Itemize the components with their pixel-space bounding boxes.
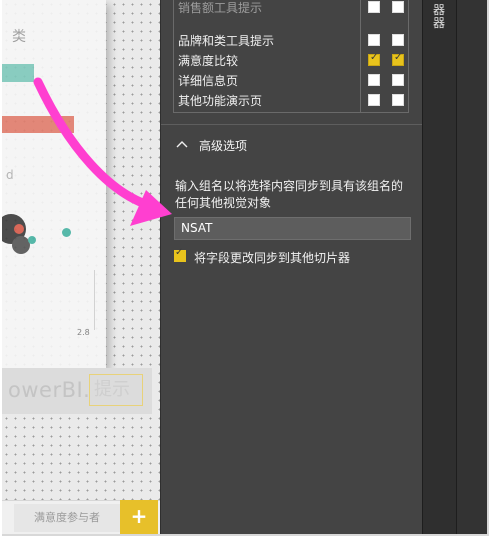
sync-checkbox[interactable]: ✓ xyxy=(368,52,380,66)
sync-slicer-matrix: 销售额工具提示 品牌和类工具提示 满意度比较 ✓ ✓ 详细信息页 其他功能演示页 xyxy=(173,0,409,113)
sync-checkbox[interactable] xyxy=(368,94,380,106)
group-name-input[interactable]: NSAT xyxy=(174,217,411,240)
chevron-up-icon xyxy=(176,141,188,148)
tip-caption: 提示 xyxy=(89,374,143,406)
pane-label: 器器 xyxy=(433,3,446,30)
sync-checkbox[interactable] xyxy=(368,1,380,13)
powerbi-caption: owerBI. xyxy=(8,378,91,402)
group-name-description: 输入组名以将选择内容同步到具有该组名的任何其他视觉对象 xyxy=(175,179,404,210)
sync-checkbox[interactable] xyxy=(368,34,380,46)
axis-tick-label: 2.8 xyxy=(77,328,90,337)
report-canvas[interactable]: 类 d 2.8 owerBI. 提示 xyxy=(2,0,160,500)
visible-checkbox[interactable] xyxy=(392,34,404,46)
sync-field-option[interactable]: ✓ 将字段更改同步到其他切片器 xyxy=(174,247,414,265)
report-visual-card[interactable]: 类 d 2.8 xyxy=(2,0,106,368)
plus-icon: + xyxy=(130,504,148,528)
bubble-teal-small xyxy=(28,236,36,244)
axis-label-fragment: d xyxy=(6,168,14,182)
axis-line xyxy=(94,270,95,330)
visible-checkbox[interactable] xyxy=(392,1,404,13)
app-frame: 类 d 2.8 owerBI. 提示 满意度参与者 + 销售额工具提示 品牌和类… xyxy=(2,0,489,536)
bar-coral xyxy=(2,116,74,133)
visible-checkbox[interactable] xyxy=(392,94,404,106)
section-divider xyxy=(161,124,423,125)
matrix-row: 品牌和类工具提示 xyxy=(174,31,410,51)
matrix-row: 销售额工具提示 xyxy=(174,0,410,18)
check-icon: ✓ xyxy=(370,52,379,63)
visible-checkbox[interactable] xyxy=(392,74,404,86)
bar-teal xyxy=(2,64,34,82)
check-icon: ✓ xyxy=(394,52,403,63)
sync-checkbox[interactable] xyxy=(368,74,380,86)
page-name: 详细信息页 xyxy=(178,74,239,88)
fields-pane-collapsed[interactable] xyxy=(456,0,487,534)
add-page-button[interactable]: + xyxy=(120,500,158,534)
sync-field-label: 将字段更改同步到其他切片器 xyxy=(194,251,351,265)
bubble-red xyxy=(14,224,24,234)
matrix-row: 详细信息页 xyxy=(174,71,410,91)
visual-title: 类 xyxy=(12,29,26,45)
matrix-row: 满意度比较 ✓ ✓ xyxy=(174,51,410,71)
page-name: 销售额工具提示 xyxy=(178,1,263,15)
check-icon: ✓ xyxy=(175,247,184,258)
advanced-options-header[interactable]: 高级选项 xyxy=(173,136,403,156)
format-pane: 销售额工具提示 品牌和类工具提示 满意度比较 ✓ ✓ 详细信息页 其他功能演示页 xyxy=(160,0,423,534)
bubble-teal xyxy=(62,228,71,237)
visible-checkbox[interactable]: ✓ xyxy=(392,52,404,66)
page-name: 品牌和类工具提示 xyxy=(178,34,275,48)
matrix-row: 其他功能演示页 xyxy=(174,91,410,111)
slicer-sync-pane-collapsed[interactable]: 器器 xyxy=(422,0,456,534)
page-tab[interactable]: 满意度参与者 xyxy=(14,504,120,532)
page-name: 满意度比较 xyxy=(178,54,239,68)
page-name: 其他功能演示页 xyxy=(178,94,263,108)
sync-field-checkbox[interactable]: ✓ xyxy=(174,247,186,262)
advanced-options-title: 高级选项 xyxy=(199,139,248,153)
